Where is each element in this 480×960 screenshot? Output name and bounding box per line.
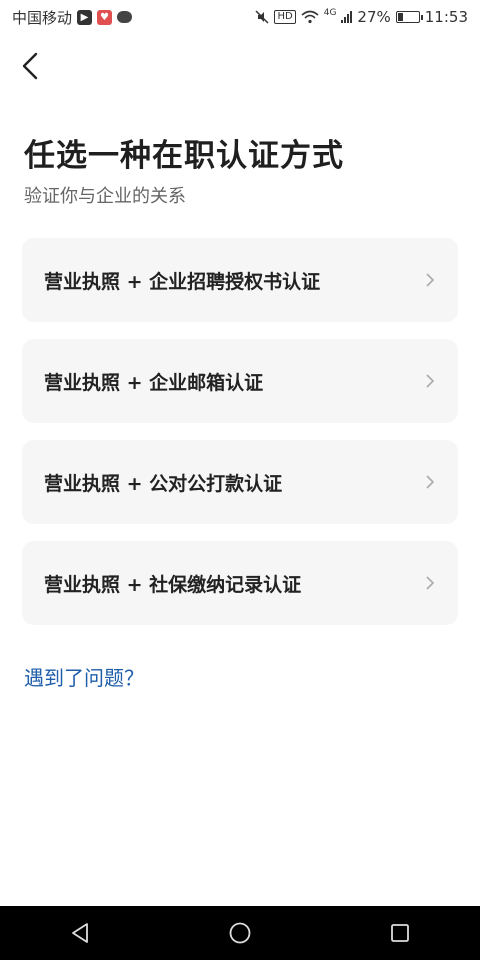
square-recent-icon bbox=[391, 924, 409, 942]
heart-app-icon: ♥ bbox=[97, 9, 113, 25]
network-type: 4G bbox=[323, 8, 337, 18]
wifi-icon bbox=[301, 10, 319, 24]
option-license-social-security[interactable]: 营业执照 + 社保缴纳记录认证 bbox=[22, 541, 458, 625]
status-right: HD 4G 27% 11:53 bbox=[255, 8, 468, 26]
system-nav-bar bbox=[0, 906, 480, 960]
status-left: 中国移动 ▶ ♥ bbox=[12, 7, 133, 28]
back-button[interactable] bbox=[16, 52, 44, 80]
option-label: 营业执照 + 企业招聘授权书认证 bbox=[44, 270, 321, 293]
play-app-icon: ▶ bbox=[77, 9, 93, 25]
mute-icon bbox=[255, 10, 270, 24]
clock: 11:53 bbox=[424, 8, 468, 26]
verification-options: 营业执照 + 企业招聘授权书认证 营业执照 + 企业邮箱认证 营业执照 + 公对… bbox=[22, 238, 458, 642]
option-label: 营业执照 + 社保缴纳记录认证 bbox=[44, 573, 302, 596]
chat-bubble-icon bbox=[117, 11, 133, 23]
nav-back-button[interactable] bbox=[63, 916, 97, 950]
chevron-right-icon bbox=[424, 576, 436, 590]
help-link[interactable]: 遇到了问题？ bbox=[24, 662, 144, 691]
option-label: 营业执照 + 企业邮箱认证 bbox=[44, 371, 264, 394]
circle-home-icon bbox=[229, 922, 251, 944]
chevron-right-icon bbox=[424, 374, 436, 388]
battery-icon bbox=[395, 11, 423, 23]
option-license-recruitment-authorization[interactable]: 营业执照 + 企业招聘授权书认证 bbox=[22, 238, 458, 322]
carrier-name: 中国移动 bbox=[12, 8, 73, 27]
chevron-right-icon bbox=[424, 273, 436, 287]
option-license-enterprise-email[interactable]: 营业执照 + 企业邮箱认证 bbox=[22, 339, 458, 423]
nav-home-button[interactable] bbox=[223, 916, 257, 950]
nav-recent-button[interactable] bbox=[383, 916, 417, 950]
status-bar: 中国移动 ▶ ♥ HD 4G 27% 11:53 bbox=[0, 0, 480, 34]
hd-badge: HD bbox=[274, 10, 296, 24]
back-arrow-icon bbox=[22, 52, 38, 80]
page-title: 任选一种在职认证方式 bbox=[24, 138, 344, 174]
battery-fill bbox=[397, 13, 403, 21]
option-license-corporate-transfer[interactable]: 营业执照 + 公对公打款认证 bbox=[22, 440, 458, 524]
page-subtitle: 验证你与企业的关系 bbox=[24, 186, 186, 207]
option-label: 营业执照 + 公对公打款认证 bbox=[44, 472, 283, 495]
battery-percent: 27% bbox=[357, 8, 391, 26]
triangle-back-icon bbox=[72, 923, 88, 943]
signal-icon bbox=[341, 11, 353, 23]
chevron-right-icon bbox=[424, 475, 436, 489]
